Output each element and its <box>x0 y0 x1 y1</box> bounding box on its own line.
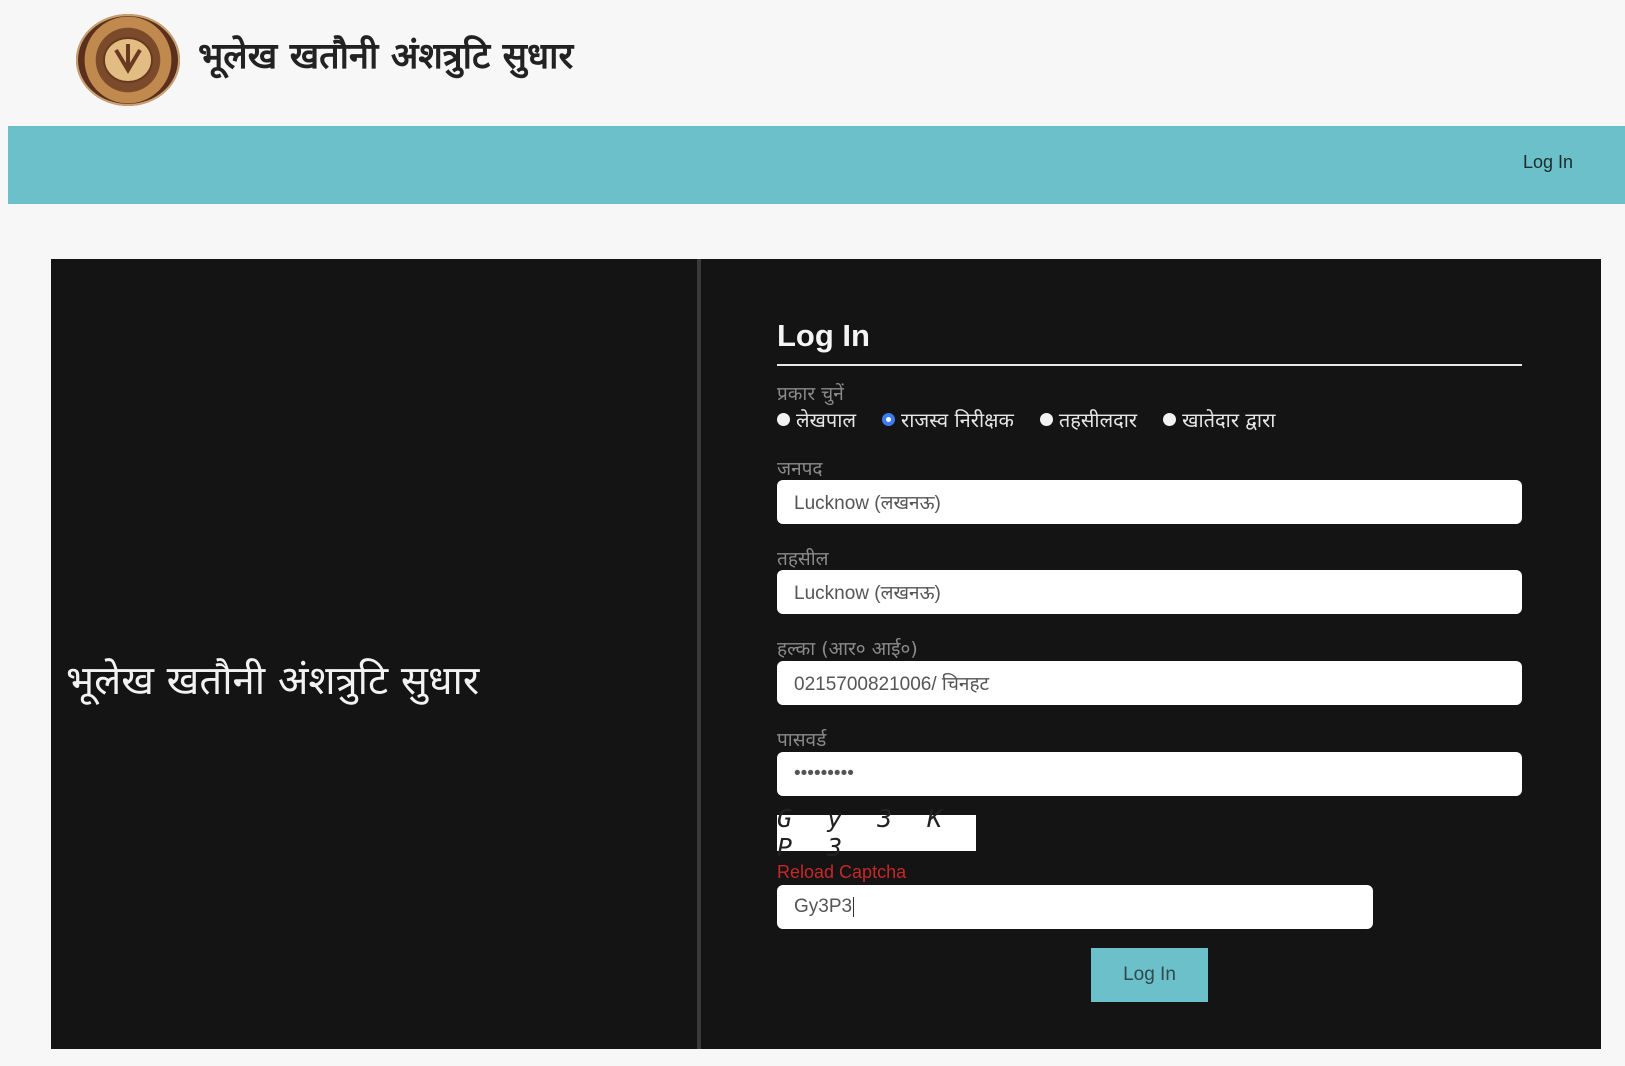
password-field[interactable]: ••••••••• <box>777 752 1522 796</box>
halka-select[interactable]: 0215700821006/ चिनहट <box>777 661 1522 705</box>
emblem-logo-icon <box>76 14 180 106</box>
district-label: जनपद <box>777 458 823 480</box>
nav-login-link[interactable]: Log In <box>1523 152 1573 173</box>
tehsil-select[interactable]: Lucknow (लखनऊ) <box>777 570 1522 614</box>
captcha-image: G y 3 K P 3 <box>777 804 976 862</box>
radio-lekhpal[interactable]: लेखपाल <box>777 406 856 433</box>
title-divider <box>777 364 1522 366</box>
radio-tehsildar[interactable]: तहसीलदार <box>1039 406 1138 433</box>
radio-label: राजस्व निरीक्षक <box>901 408 1014 432</box>
radio-label: तहसीलदार <box>1058 408 1138 432</box>
radio-label: खातेदार द्वारा <box>1182 408 1276 432</box>
login-type-label: प्रकार चुनें <box>777 383 844 405</box>
radio-dot-checked-icon[interactable] <box>882 413 896 426</box>
top-navbar: Log In <box>8 126 1625 204</box>
halka-label: हल्का (आर० आई०) <box>777 638 918 660</box>
password-label: पासवर्ड <box>777 729 827 751</box>
login-form-title: Log In <box>777 318 870 353</box>
captcha-input-value: Gy3P3 <box>794 896 853 917</box>
login-submit-button[interactable]: Log In <box>1091 948 1208 1002</box>
radio-dot-icon[interactable] <box>1163 413 1177 426</box>
left-panel-title: भूलेख खतौनी अंशत्रुटि सुधार <box>66 658 480 704</box>
radio-dot-icon[interactable] <box>777 413 790 426</box>
radio-label: लेखपाल <box>796 408 857 432</box>
login-type-radio-group: लेखपाल राजस्व निरीक्षक तहसीलदार खातेदार … <box>777 406 1301 433</box>
radio-rajasva-nirikshak[interactable]: राजस्व निरीक्षक <box>882 406 1014 433</box>
district-select[interactable]: Lucknow (लखनऊ) <box>777 480 1522 524</box>
left-panel: भूलेख खतौनी अंशत्रुटि सुधार <box>51 259 697 1049</box>
radio-dot-icon[interactable] <box>1039 413 1053 426</box>
radio-khatedar[interactable]: खातेदार द्वारा <box>1163 406 1275 433</box>
tehsil-label: तहसील <box>777 548 829 570</box>
captcha-input[interactable]: Gy3P3 <box>777 885 1373 929</box>
reload-captcha-link[interactable]: Reload Captcha <box>777 862 906 883</box>
site-title: भूलेख खतौनी अंशत्रुटि सुधार <box>198 36 574 77</box>
text-cursor <box>853 897 855 917</box>
site-header: भूलेख खतौनी अंशत्रुटि सुधार <box>0 0 1625 126</box>
